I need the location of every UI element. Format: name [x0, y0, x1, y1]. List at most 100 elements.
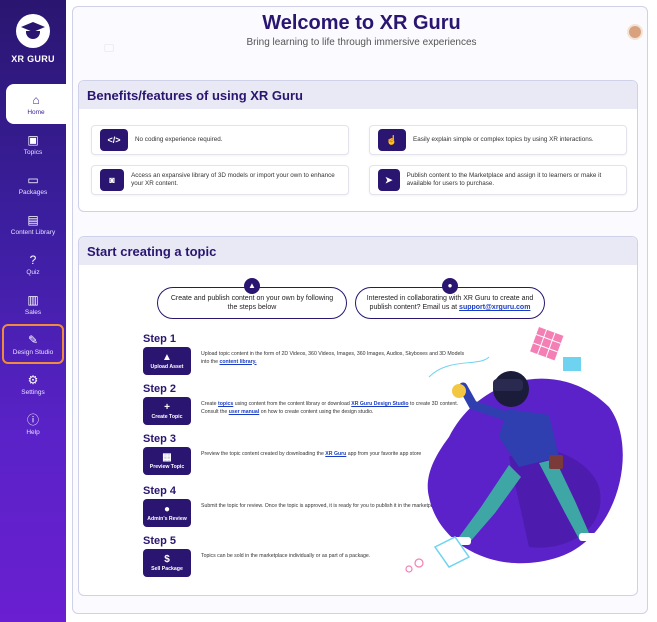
- benefits-card: Benefits/features of using XR Guru </> N…: [78, 80, 638, 212]
- step-5: Step 5 $ Sell Package Topics can be sold…: [143, 535, 370, 577]
- design-studio-icon: ✎: [27, 332, 39, 347]
- start-creating-title: Start creating a topic: [79, 237, 637, 265]
- sidebar-item-topics[interactable]: ▣ Topics: [0, 124, 66, 164]
- benefit-text: Easily explain simple or complex topics …: [413, 136, 594, 144]
- sidebar-item-design-studio[interactable]: ✎ Design Studio: [2, 324, 64, 364]
- sidebar-item-label: Home: [27, 108, 45, 116]
- preview-icon: ▦: [162, 452, 172, 463]
- floating-tile: [563, 357, 581, 371]
- benefit-item: ◙ Access an expansive library of 3D mode…: [91, 165, 349, 195]
- sidebar-item-label: Settings: [21, 388, 45, 396]
- decor-circle: [414, 558, 424, 568]
- graduation-cap-icon: [16, 14, 50, 48]
- desc-text: Create: [201, 401, 219, 407]
- sidebar-item-label: Content Library: [10, 228, 56, 236]
- support-email-link[interactable]: support@xrguru.com: [459, 304, 530, 311]
- desc-text: Preview the topic content created by dow…: [201, 451, 326, 457]
- benefit-text: Access an expansive library of 3D models…: [131, 172, 335, 187]
- button-label: Preview Topic: [149, 464, 185, 470]
- graduation-cap-icon: ▲: [244, 278, 260, 294]
- content-library-icon: ▤: [27, 212, 39, 227]
- step-title: Step 2: [143, 383, 177, 395]
- quiz-icon: ?: [29, 252, 37, 267]
- collaborate-pill: ● Interested in collaborating with XR Gu…: [355, 278, 545, 319]
- sidebar-item-label: Sales: [24, 308, 42, 316]
- decor-circle: [405, 565, 413, 573]
- step-1: Step 1 ▲ Upload Asset Upload topic conte…: [143, 333, 464, 375]
- vr-headset-icon: ◙: [100, 169, 125, 191]
- button-label: Upload Asset: [150, 364, 184, 370]
- sidebar-item-settings[interactable]: ⚙ Settings: [0, 364, 66, 404]
- topics-icon: ▣: [27, 132, 39, 147]
- sidebar-item-label: Topics: [23, 148, 43, 156]
- vr-person-illustration: [405, 327, 623, 573]
- decor-line: [428, 356, 490, 378]
- step-title: Step 4: [143, 485, 177, 497]
- topics-link[interactable]: topics: [218, 401, 233, 407]
- xr-guru-app-link[interactable]: XR Guru: [325, 451, 346, 457]
- preview-topic-button[interactable]: ▦ Preview Topic: [143, 447, 191, 475]
- controller: [549, 455, 563, 469]
- sidebar-item-label: Design Studio: [12, 348, 54, 356]
- page-header: Welcome to XR Guru Bring learning to lif…: [66, 0, 657, 64]
- step-2: Step 2 + Create Topic Create topics usin…: [143, 383, 458, 425]
- touch-icon: ☝: [378, 129, 406, 151]
- create-topic-button[interactable]: + Create Topic: [143, 397, 191, 425]
- sidebar-item-packages[interactable]: ▭ Packages: [0, 164, 66, 204]
- price-tag-icon: $: [164, 554, 170, 565]
- sidebar-nav: ⌂ Home ▣ Topics ▭ Packages ▤ Content Lib…: [0, 84, 66, 444]
- desc-text: using content from the content library o…: [233, 401, 352, 407]
- sidebar-item-quiz[interactable]: ? Quiz: [0, 244, 66, 284]
- benefit-text: No coding experience required.: [135, 136, 223, 144]
- benefit-text: Publish content to the Marketplace and a…: [406, 172, 602, 187]
- vr-headset: [493, 379, 523, 391]
- settings-icon: ⚙: [27, 372, 39, 387]
- sidebar-item-sales[interactable]: ▥ Sales: [0, 284, 66, 324]
- logo-text: XR GURU: [11, 54, 55, 64]
- collaboration-icon: ●: [442, 278, 458, 294]
- sidebar-item-home[interactable]: ⌂ Home: [6, 84, 66, 124]
- upload-icon: ▲: [162, 352, 172, 363]
- sidebar-item-label: Quiz: [26, 268, 40, 276]
- step-title: Step 3: [143, 433, 177, 445]
- page-title: Welcome to XR Guru: [262, 12, 461, 34]
- step-4: Step 4 ● Admin's Review Submit the topic…: [143, 485, 442, 527]
- content-library-link[interactable]: content library.: [219, 359, 256, 365]
- button-label: Sell Package: [151, 566, 183, 572]
- floating-grid-cube: [530, 327, 564, 361]
- sidebar-item-help[interactable]: ⓘ Help: [0, 404, 66, 444]
- sidebar-item-label: Packages: [18, 188, 48, 196]
- pill-text: Create and publish content on your own b…: [170, 294, 334, 311]
- floating-coin: [452, 384, 466, 398]
- benefit-item: ➤ Publish content to the Marketplace and…: [369, 165, 627, 195]
- benefits-title: Benefits/features of using XR Guru: [79, 81, 637, 109]
- person-shoe-right: [579, 533, 601, 541]
- sidebar-item-content-library[interactable]: ▤ Content Library: [0, 204, 66, 244]
- code-icon: </>: [100, 129, 128, 151]
- self-publish-pill: ▲ Create and publish content on your own…: [157, 278, 347, 319]
- user-manual-link[interactable]: user manual: [229, 409, 260, 415]
- avatar[interactable]: [627, 24, 643, 40]
- menu-icon[interactable]: [104, 44, 114, 52]
- button-label: Admin's Review: [147, 516, 187, 522]
- start-creating-card: Start creating a topic ▲ Create and publ…: [78, 236, 638, 596]
- sidebar-item-label: Help: [26, 428, 40, 436]
- logo[interactable]: XR GURU: [0, 14, 66, 64]
- benefit-item: ☝ Easily explain simple or complex topic…: [369, 125, 627, 155]
- step-3: Step 3 ▦ Preview Topic Preview the topic…: [143, 433, 421, 475]
- sell-package-button[interactable]: $ Sell Package: [143, 549, 191, 577]
- packages-icon: ▭: [27, 172, 39, 187]
- benefit-item: </> No coding experience required.: [91, 125, 349, 155]
- sidebar: XR GURU ⌂ Home ▣ Topics ▭ Packages ▤ Con…: [0, 0, 66, 622]
- step-title: Step 1: [143, 333, 177, 345]
- home-icon: ⌂: [32, 92, 40, 107]
- pill-text: Interested in collaborating with XR Guru…: [364, 294, 536, 313]
- help-icon: ⓘ: [26, 412, 39, 427]
- step-title: Step 5: [143, 535, 177, 547]
- desc-text: on how to create content using the desig…: [259, 408, 374, 415]
- button-label: Create Topic: [151, 414, 183, 420]
- review-icon: ●: [163, 504, 171, 515]
- plus-icon: +: [164, 402, 170, 413]
- upload-asset-button[interactable]: ▲ Upload Asset: [143, 347, 191, 375]
- admins-review-button[interactable]: ● Admin's Review: [143, 499, 191, 527]
